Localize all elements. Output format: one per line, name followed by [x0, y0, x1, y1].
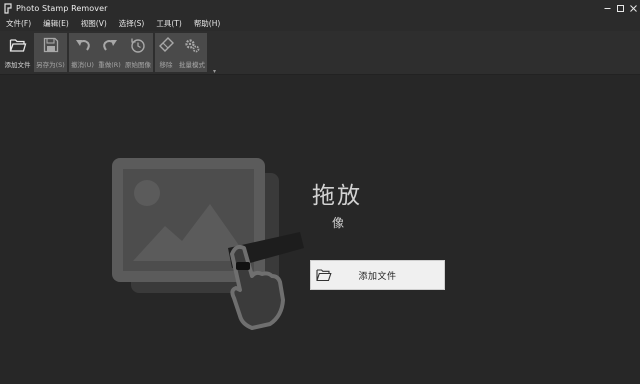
undo-label: 撤消(U)	[71, 61, 94, 69]
gears-icon	[185, 39, 200, 53]
menu-help[interactable]: 帮助(H)	[192, 17, 223, 31]
redo-icon	[102, 40, 117, 51]
app-logo-icon	[4, 3, 12, 14]
save-as-label: 另存为(S)	[36, 61, 65, 69]
title-bar: Photo Stamp Remover	[0, 0, 640, 17]
menu-view[interactable]: 视图(V)	[79, 17, 109, 31]
drop-zone-subtitle: 像	[332, 216, 345, 230]
batch-mode-button[interactable]: 批量模式	[177, 33, 207, 72]
drop-zone[interactable]: 拖放 像 添加文件	[0, 76, 640, 384]
window-controls	[601, 0, 640, 17]
batch-mode-label: 批量模式	[179, 61, 205, 69]
remove-label: 移除	[159, 61, 173, 69]
original-image-button[interactable]: 原始图像	[123, 33, 153, 72]
remove-button[interactable]: 移除	[155, 33, 177, 72]
undo-button[interactable]: 撤消(U)	[69, 33, 96, 72]
redo-label: 重做(R)	[98, 61, 121, 69]
menu-tools[interactable]: 工具(T)	[154, 17, 183, 31]
redo-button[interactable]: 重做(R)	[96, 33, 123, 72]
save-as-button[interactable]: 另存为(S)	[34, 33, 67, 72]
chevron-down-icon[interactable]: ▾	[213, 68, 216, 75]
floppy-disk-icon	[43, 37, 58, 53]
add-file-toolbar-label: 添加文件	[4, 61, 31, 69]
undo-icon	[75, 40, 90, 51]
close-button[interactable]	[627, 0, 640, 17]
menu-edit[interactable]: 编辑(E)	[41, 17, 71, 31]
add-file-button[interactable]: 添加文件	[310, 260, 445, 290]
minimize-icon	[604, 8, 611, 9]
menu-select[interactable]: 选择(S)	[117, 17, 147, 31]
clock-history-icon	[131, 38, 145, 53]
folder-open-icon	[9, 39, 26, 52]
maximize-button[interactable]	[614, 0, 627, 17]
hand-cursor-icon	[228, 232, 304, 330]
maximize-icon	[617, 5, 624, 12]
add-file-toolbar-button[interactable]: 添加文件	[2, 33, 33, 72]
menu-bar: 文件(F) 编辑(E) 视图(V) 选择(S) 工具(T) 帮助(H)	[0, 17, 640, 31]
window-title: Photo Stamp Remover	[16, 4, 108, 13]
add-file-button-label: 添加文件	[358, 271, 397, 282]
toolbar: 添加文件 另存为(S) 撤消(U) 重做(R) 原始图像 移除 批量模式 ▾	[0, 31, 640, 75]
eraser-icon	[159, 37, 174, 52]
drop-zone-title: 拖放	[312, 183, 362, 209]
minimize-button[interactable]	[601, 0, 614, 17]
original-image-label: 原始图像	[125, 61, 151, 69]
close-icon	[630, 5, 637, 12]
menu-file[interactable]: 文件(F)	[4, 17, 33, 31]
